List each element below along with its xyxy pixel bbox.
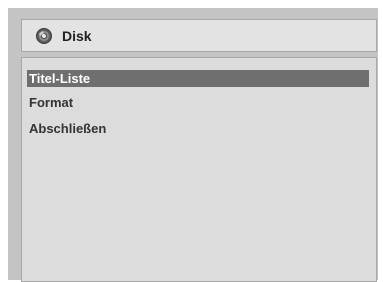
menu-header: Disk [21,19,377,52]
menu-panel: Titel-Liste Format Abschließen [21,57,377,282]
menu-item-titel-liste[interactable]: Titel-Liste [27,70,369,87]
disc-icon [36,28,52,44]
disc-menu-window: Disk Titel-Liste Format Abschließen [8,8,378,282]
menu-title: Disk [62,28,92,44]
menu-item-format[interactable]: Format [27,94,369,111]
menu-item-abschliessen[interactable]: Abschließen [27,120,369,137]
